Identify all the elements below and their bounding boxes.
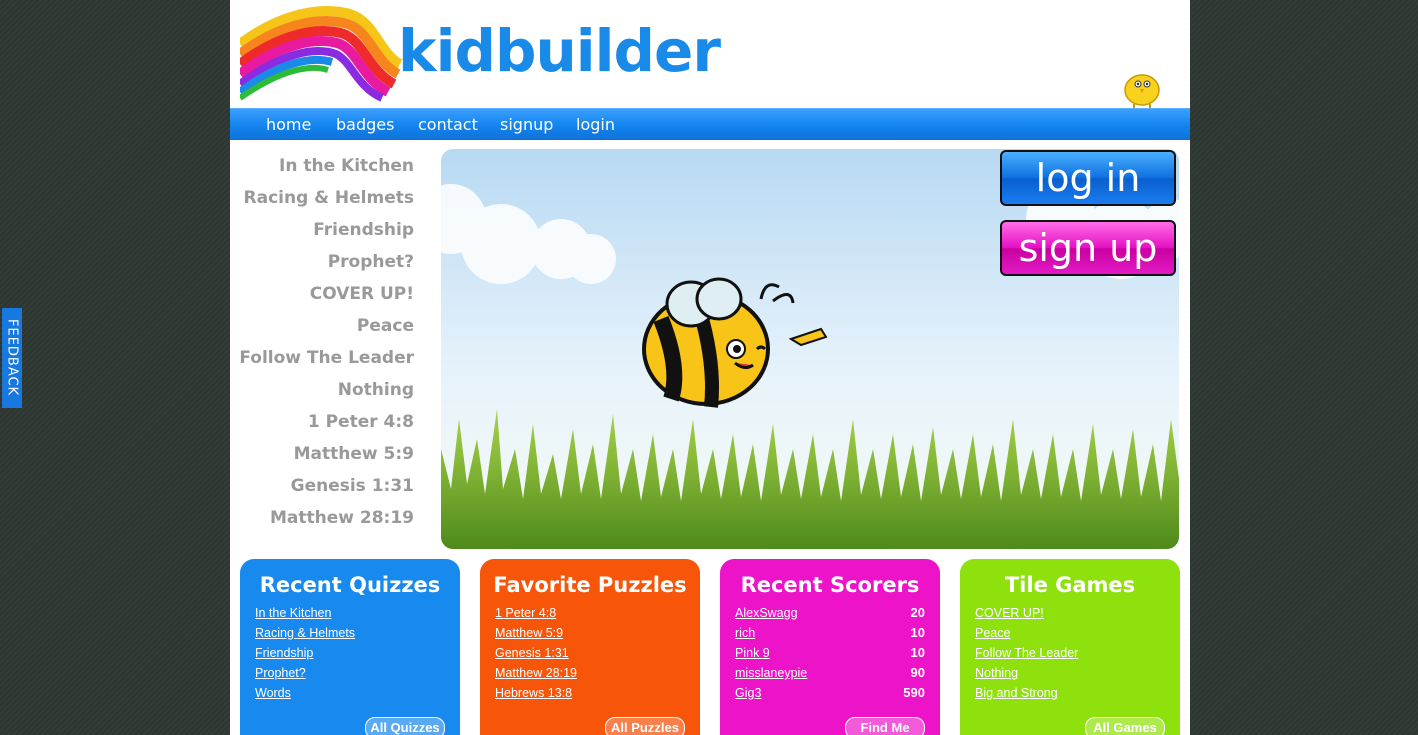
sidebar-item[interactable]: Genesis 1:31 (230, 470, 414, 502)
list-item: Follow The Leader (975, 643, 1165, 663)
nav-home[interactable]: home (266, 115, 311, 134)
quiz-link[interactable]: In the Kitchen (255, 603, 331, 623)
recent-quizzes-card: Recent Quizzes In the Kitchen Racing & H… (240, 559, 460, 735)
sidebar-item[interactable]: Friendship (230, 214, 414, 246)
list-item: Genesis 1:31 (495, 643, 685, 663)
signup-button[interactable]: sign up (1000, 220, 1176, 276)
list-item: Matthew 28:19 (495, 663, 685, 683)
scorer-score: 20 (910, 605, 925, 620)
scorer-row: rich 10 (735, 623, 925, 643)
game-link[interactable]: COVER UP! (975, 603, 1044, 623)
tile-games-card: Tile Games COVER UP! Peace Follow The Le… (960, 559, 1180, 735)
list-item: Words (255, 683, 445, 703)
scorer-row: Gig3 590 (735, 683, 925, 703)
scorer-score: 90 (910, 665, 925, 680)
card-title: Favorite Puzzles (493, 573, 687, 597)
list-item: 1 Peter 4:8 (495, 603, 685, 623)
game-link[interactable]: Nothing (975, 663, 1018, 683)
brand-wordmark[interactable]: kidbuilder (398, 22, 721, 80)
all-puzzles-button[interactable]: All Puzzles (605, 717, 685, 735)
quiz-link[interactable]: Racing & Helmets (255, 623, 355, 643)
list-item: Racing & Helmets (255, 623, 445, 643)
list-item: Nothing (975, 663, 1165, 683)
list-item: Peace (975, 623, 1165, 643)
game-link[interactable]: Peace (975, 623, 1010, 643)
scorer-score: 10 (910, 625, 925, 640)
nav-badges[interactable]: badges (336, 115, 394, 134)
scorer-name-link[interactable]: Pink 9 (735, 643, 770, 663)
card-title: Tile Games (1004, 573, 1136, 597)
favorite-puzzles-card: Favorite Puzzles 1 Peter 4:8 Matthew 5:9… (480, 559, 700, 735)
sidebar-item[interactable]: Matthew 28:19 (230, 502, 414, 534)
scorer-row: Pink 9 10 (735, 643, 925, 663)
list-item: Prophet? (255, 663, 445, 683)
puzzle-link[interactable]: Genesis 1:31 (495, 643, 569, 663)
all-games-button[interactable]: All Games (1085, 717, 1165, 735)
feedback-label: FEEDBACK (4, 319, 20, 397)
scorer-name-link[interactable]: rich (735, 623, 755, 643)
puzzle-link[interactable]: Hebrews 13:8 (495, 683, 572, 703)
scorer-name-link[interactable]: AlexSwagg (735, 603, 798, 623)
card-title: Recent Scorers (740, 573, 920, 597)
nav-login[interactable]: login (576, 115, 615, 134)
recent-scorers-card: Recent Scorers AlexSwagg 20 rich 10 Pink 9… (720, 559, 940, 735)
scorer-row: misslaneypie 90 (735, 663, 925, 683)
scorer-name-link[interactable]: misslaneypie (735, 663, 807, 683)
list-item: Friendship (255, 643, 445, 663)
puzzle-link[interactable]: Matthew 5:9 (495, 623, 563, 643)
list-item: Hebrews 13:8 (495, 683, 685, 703)
find-me-button[interactable]: Find Me (845, 717, 925, 735)
puzzle-link[interactable]: 1 Peter 4:8 (495, 603, 556, 623)
list-item: Big and Strong (975, 683, 1165, 703)
scorer-name-link[interactable]: Gig3 (735, 683, 761, 703)
header: kidbuilder (230, 0, 1190, 109)
rainbow-swirl-logo-icon (240, 6, 403, 102)
game-link[interactable]: Big and Strong (975, 683, 1058, 703)
list-item: In the Kitchen (255, 603, 445, 623)
sidebar-item[interactable]: Peace (230, 310, 414, 342)
quiz-link[interactable]: Friendship (255, 643, 313, 663)
feedback-tab[interactable]: FEEDBACK (2, 308, 22, 408)
hero-illustration (441, 149, 1179, 549)
card-title: Recent Quizzes (259, 573, 441, 597)
sidebar-list: In the Kitchen Racing & Helmets Friendsh… (230, 150, 414, 534)
all-quizzes-button[interactable]: All Quizzes (365, 717, 445, 735)
list-item: COVER UP! (975, 603, 1165, 623)
game-link[interactable]: Follow The Leader (975, 643, 1078, 663)
sidebar-item[interactable]: Prophet? (230, 246, 414, 278)
login-button[interactable]: log in (1000, 150, 1176, 206)
chick-mascot-icon (1124, 74, 1160, 109)
main-nav: home badges contact signup login (230, 108, 1190, 140)
sidebar-item[interactable]: Matthew 5:9 (230, 438, 414, 470)
sidebar-item[interactable]: Racing & Helmets (230, 182, 414, 214)
list-item: Matthew 5:9 (495, 623, 685, 643)
quiz-link[interactable]: Words (255, 683, 291, 703)
scorer-score: 590 (903, 685, 925, 700)
sidebar-item[interactable]: Nothing (230, 374, 414, 406)
nav-contact[interactable]: contact (418, 115, 478, 134)
page-container: kidbuilder home badges contact signup lo… (230, 0, 1190, 735)
scorer-score: 10 (910, 645, 925, 660)
sidebar-item[interactable]: In the Kitchen (230, 150, 414, 182)
scorer-row: AlexSwagg 20 (735, 603, 925, 623)
sidebar-item[interactable]: 1 Peter 4:8 (230, 406, 414, 438)
nav-signup[interactable]: signup (500, 115, 553, 134)
quiz-link[interactable]: Prophet? (255, 663, 306, 683)
sidebar-item[interactable]: Follow The Leader (230, 342, 414, 374)
puzzle-link[interactable]: Matthew 28:19 (495, 663, 577, 683)
hero-banner (441, 149, 1179, 549)
sidebar-item[interactable]: COVER UP! (230, 278, 414, 310)
